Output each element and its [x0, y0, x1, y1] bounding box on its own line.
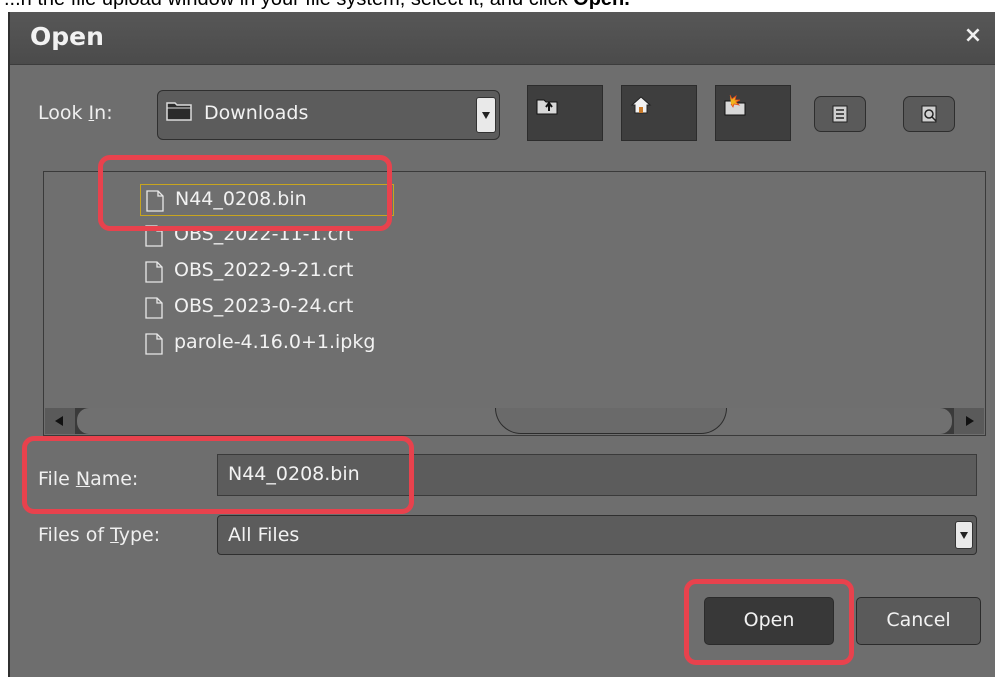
new-folder-icon: [724, 94, 746, 116]
file-name-field[interactable]: [217, 454, 977, 496]
details-view-button[interactable]: [903, 96, 955, 132]
home-icon: [630, 96, 652, 114]
folder-icon: [166, 102, 192, 121]
file-name-input[interactable]: [228, 461, 928, 487]
open-dialog: Open × Look In: Downloads N44_0208.bin O…: [8, 12, 995, 677]
instruction-caption: ...n the file upload window in your file…: [0, 0, 995, 10]
look-in-combobox[interactable]: Downloads: [157, 90, 500, 140]
list-item[interactable]: OBS_2022-9-21.crt: [140, 256, 440, 288]
horizontal-scrollbar[interactable]: [45, 408, 984, 434]
details-view-icon: [921, 105, 937, 123]
scroll-right-button[interactable]: [954, 408, 984, 434]
file-icon: [145, 297, 163, 319]
file-name: N44_0208.bin: [175, 188, 307, 210]
list-view-icon: [832, 105, 848, 123]
file-name: OBS_2022-9-21.crt: [174, 259, 354, 281]
file-icon: [145, 261, 163, 283]
arrow-left-icon: [55, 416, 63, 426]
list-item[interactable]: OBS_2022-11-1.crt: [140, 220, 440, 252]
look-in-label: Look In:: [38, 102, 113, 124]
files-of-type-value: All Files: [228, 524, 300, 546]
files-of-type-label: Files of Type:: [38, 524, 161, 546]
scroll-left-button[interactable]: [45, 408, 75, 434]
chevron-down-icon[interactable]: [955, 521, 973, 549]
new-folder-button[interactable]: [715, 85, 791, 141]
look-in-value: Downloads: [204, 102, 309, 124]
list-item[interactable]: parole-4.16.0+1.ipkg: [140, 328, 470, 360]
file-icon: [145, 333, 163, 355]
instruction-text: ...n the file upload window in your file…: [4, 0, 573, 10]
list-item[interactable]: OBS_2023-0-24.crt: [140, 292, 440, 324]
up-one-level-button[interactable]: [527, 85, 603, 141]
files-of-type-combobox[interactable]: All Files: [217, 515, 977, 555]
scrollbar-thumb[interactable]: [495, 408, 727, 434]
dialog-title: Open: [30, 22, 104, 51]
instruction-bold: Open.: [573, 0, 630, 10]
dialog-titlebar: Open ×: [10, 12, 995, 65]
file-list: N44_0208.bin OBS_2022-11-1.crt OBS_2022-…: [43, 171, 986, 436]
list-view-button[interactable]: [814, 96, 866, 132]
file-icon: [145, 225, 163, 247]
scrollbar-track[interactable]: [77, 408, 952, 434]
file-icon: [146, 190, 164, 212]
file-name: parole-4.16.0+1.ipkg: [174, 331, 376, 353]
list-item-selected[interactable]: N44_0208.bin: [140, 184, 394, 216]
file-name-label: File Name:: [38, 468, 139, 490]
file-name: OBS_2022-11-1.crt: [174, 223, 354, 245]
close-icon[interactable]: ×: [961, 24, 985, 48]
up-one-level-icon: [536, 99, 558, 115]
cancel-button[interactable]: Cancel: [856, 597, 981, 645]
home-button[interactable]: [621, 85, 697, 141]
chevron-down-icon[interactable]: [476, 97, 496, 133]
open-button[interactable]: Open: [704, 597, 834, 645]
file-name: OBS_2023-0-24.crt: [174, 295, 354, 317]
arrow-right-icon: [966, 416, 974, 426]
